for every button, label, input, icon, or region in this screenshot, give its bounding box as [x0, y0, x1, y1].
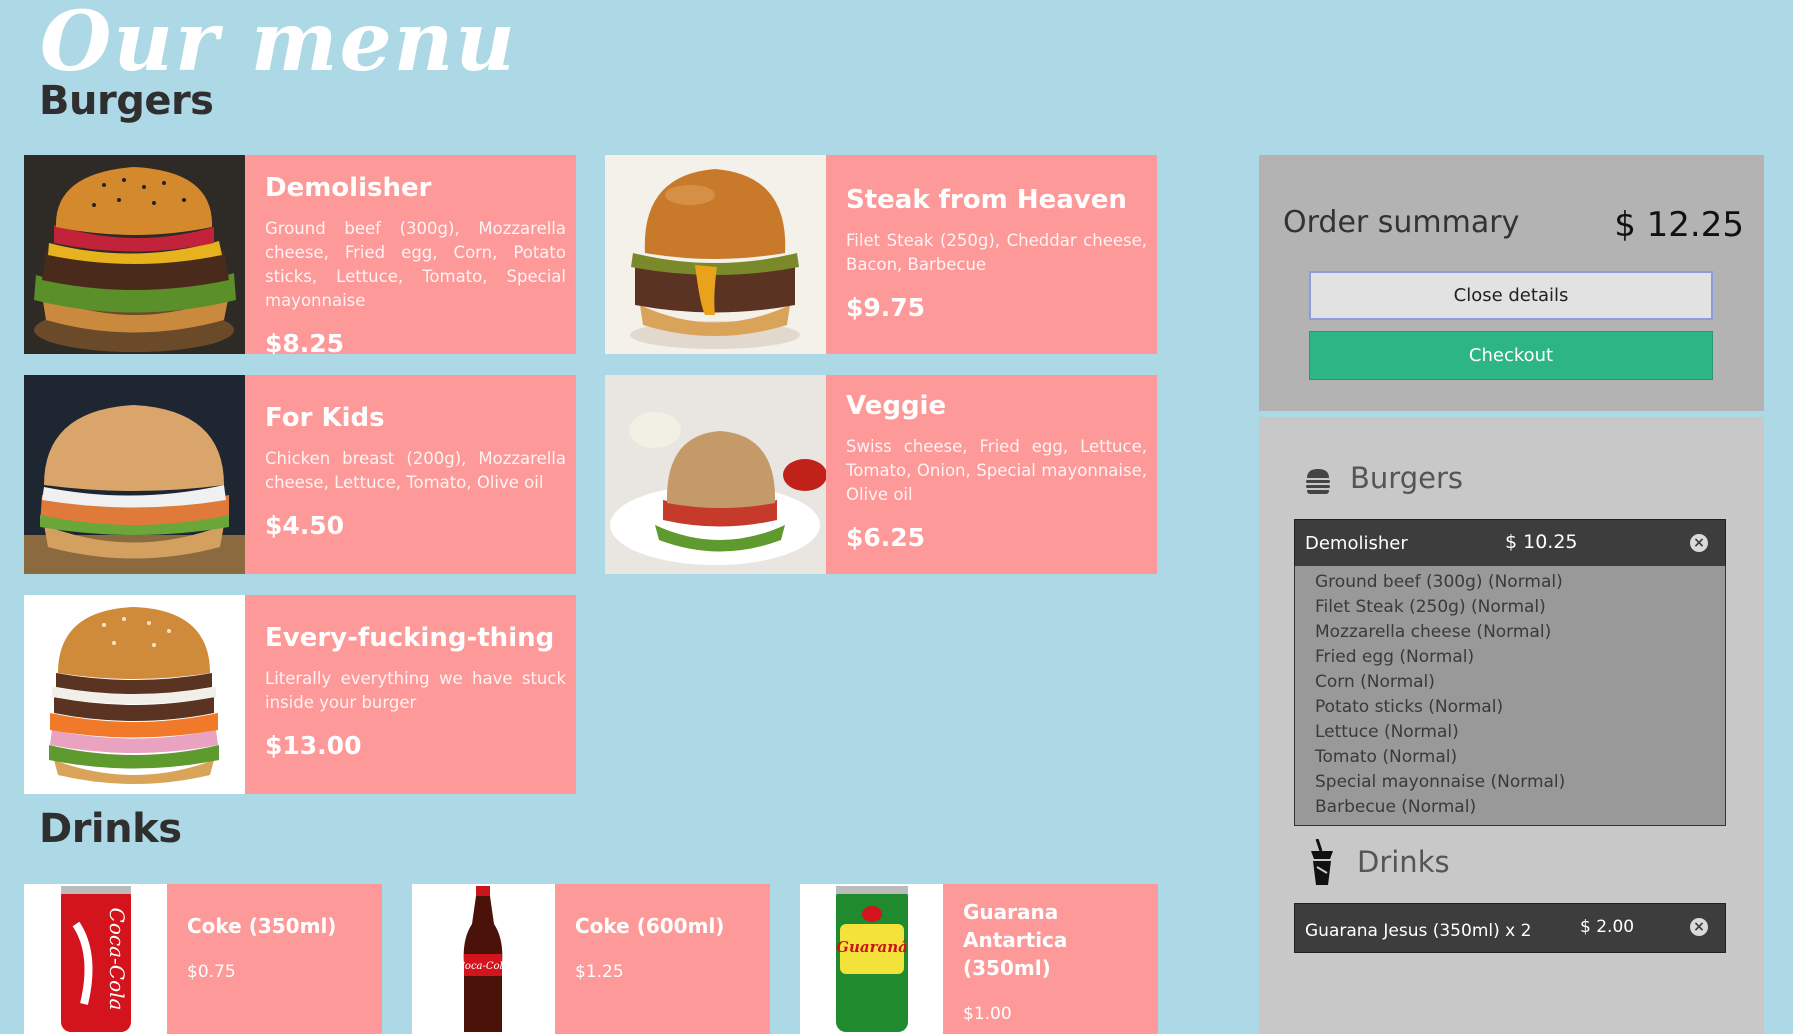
burger-photo — [605, 155, 826, 354]
menu-item-description: Ground beef (300g), Mozzarella cheese, F… — [265, 219, 566, 310]
soda-can-photo: Coca-Cola — [24, 884, 167, 1034]
order-total: $ 12.25 — [1614, 205, 1744, 245]
menu-item-demolisher[interactable]: Demolisher Ground beef (300g), Mozzarell… — [24, 155, 576, 354]
menu-item-coke-350ml[interactable]: Coca-Cola Coke (350ml) $0.75 — [24, 884, 382, 1034]
burger-photo — [24, 375, 245, 574]
order-item-demolisher[interactable]: Demolisher $ 10.25 × — [1294, 519, 1726, 567]
menu-item-title: Coke (600ml) — [575, 914, 725, 938]
order-drinks-label: Drinks — [1357, 845, 1450, 879]
menu-item-price: $6.25 — [846, 523, 926, 552]
menu-item-steak-from-heaven[interactable]: Steak from Heaven Filet Steak (250g), Ch… — [605, 155, 1157, 354]
menu-item-title: Steak from Heaven — [846, 185, 1127, 215]
burger-photo — [24, 155, 245, 354]
order-item-guarana[interactable]: Guarana Jesus (350ml) x 2 $ 2.00 × — [1294, 903, 1726, 953]
soda-can-photo: Guaraná — [800, 884, 943, 1034]
ingredient-item: Tomato (Normal) — [1315, 747, 1458, 767]
menu-item-coke-600ml[interactable]: Coca-Cola Coke (600ml) $1.25 — [412, 884, 770, 1034]
menu-item-for-kids[interactable]: For Kids Chicken breast (200g), Mozzarel… — [24, 375, 576, 574]
order-item-price: $ 10.25 — [1505, 531, 1578, 553]
menu-item-description: Filet Steak (250g), Cheddar cheese, Baco… — [846, 231, 1147, 274]
order-item-price: $ 2.00 — [1580, 917, 1635, 937]
menu-item-title: Demolisher — [265, 173, 432, 203]
ingredient-list: Ground beef (300g) (Normal) Filet Steak … — [1294, 566, 1726, 826]
burger-photo — [605, 375, 826, 574]
order-details-panel: Burgers Demolisher $ 10.25 × Ground beef… — [1259, 417, 1764, 1034]
menu-item-price: $1.00 — [963, 1004, 1012, 1024]
menu-item-title: Veggie — [846, 391, 947, 421]
menu-item-title: Every-fucking-thing — [265, 623, 555, 653]
ingredient-item: Lettuce (Normal) — [1315, 722, 1459, 742]
menu-item-price: $8.25 — [265, 329, 345, 354]
menu-item-title: Guarana Antartica (350ml) — [963, 900, 1068, 980]
burger-photo — [24, 595, 245, 794]
svg-text:Guaraná: Guaraná — [836, 938, 908, 956]
menu-item-every-fucking-thing[interactable]: Every-fucking-thing Literally everything… — [24, 595, 576, 794]
ingredient-item: Special mayonnaise (Normal) — [1315, 772, 1566, 792]
menu-item-price: $13.00 — [265, 731, 362, 760]
ingredient-item: Filet Steak (250g) (Normal) — [1315, 597, 1546, 617]
soda-bottle-photo: Coca-Cola — [412, 884, 555, 1034]
ingredient-item: Corn (Normal) — [1315, 672, 1435, 692]
menu-item-description: Swiss cheese, Fried egg, Lettuce, Tomato… — [846, 437, 1147, 504]
order-summary-label: Order summary — [1283, 205, 1520, 240]
order-summary-panel: Order summary $ 12.25 Close details Chec… — [1259, 155, 1764, 411]
drinks-section-title: Drinks — [39, 806, 182, 852]
menu-item-price: $4.50 — [265, 511, 345, 540]
order-item-name: Demolisher — [1305, 533, 1408, 554]
menu-item-price: $1.25 — [575, 962, 624, 982]
remove-circle-icon[interactable]: × — [1690, 534, 1708, 552]
menu-item-title: For Kids — [265, 403, 385, 433]
svg-text:Coca-Cola: Coca-Cola — [457, 961, 508, 972]
order-item-name: Guarana Jesus (350ml) x 2 — [1305, 921, 1532, 941]
ingredient-item: Barbecue (Normal) — [1315, 797, 1477, 817]
menu-item-description: Chicken breast (200g), Mozzarella cheese… — [265, 449, 566, 492]
menu-item-price: $9.75 — [846, 293, 926, 322]
menu-item-title: Coke (350ml) — [187, 914, 337, 938]
checkout-button[interactable]: Checkout — [1309, 331, 1713, 380]
ingredient-item: Potato sticks (Normal) — [1315, 697, 1504, 717]
menu-item-guarana-antartica[interactable]: Guaraná Guarana Antartica (350ml) $1.00 — [800, 884, 1158, 1034]
burger-icon — [1306, 469, 1330, 494]
ingredient-item: Ground beef (300g) (Normal) — [1315, 572, 1563, 592]
svg-text:Coca-Cola: Coca-Cola — [105, 908, 129, 1011]
menu-item-description: Literally everything we have stuck insid… — [265, 669, 566, 712]
ingredient-item: Fried egg (Normal) — [1315, 647, 1475, 667]
menu-item-price: $0.75 — [187, 962, 236, 982]
menu-item-veggie[interactable]: Veggie Swiss cheese, Fried egg, Lettuce,… — [605, 375, 1157, 574]
order-burgers-label: Burgers — [1350, 461, 1463, 495]
close-details-button[interactable]: Close details — [1309, 271, 1713, 320]
remove-circle-icon[interactable]: × — [1690, 918, 1708, 936]
menu-logo: Our menu — [40, 0, 517, 90]
burgers-section-title: Burgers — [39, 78, 214, 124]
drink-cup-icon — [1311, 839, 1333, 885]
ingredient-item: Mozzarella cheese (Normal) — [1315, 622, 1552, 642]
